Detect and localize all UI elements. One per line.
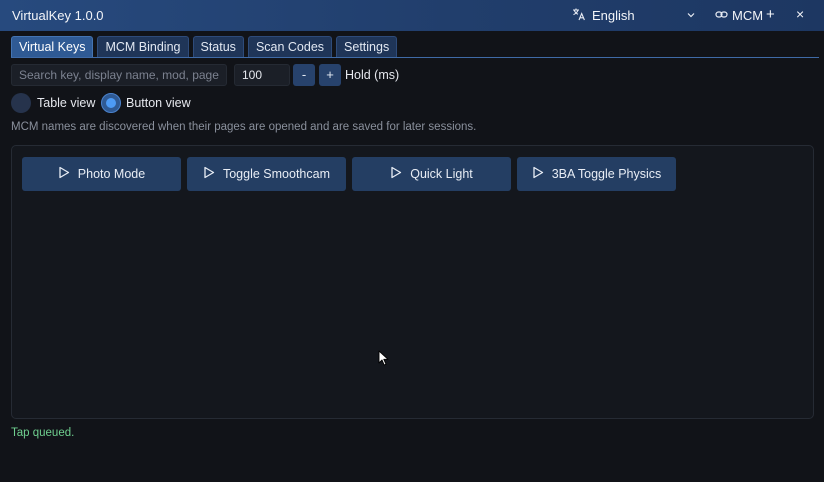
add-button[interactable]: + — [766, 6, 775, 23]
play-icon — [58, 166, 70, 182]
chevron-down-icon — [686, 8, 696, 23]
translate-icon — [572, 7, 586, 24]
hold-label: Hold (ms) — [345, 68, 400, 82]
button-label: Quick Light — [410, 167, 473, 181]
virtual-key-button-3ba-toggle-physics[interactable]: 3BA Toggle Physics — [517, 157, 676, 191]
tab-mcm-binding[interactable]: MCM Binding — [97, 36, 189, 57]
search-input[interactable] — [11, 64, 227, 86]
language-select[interactable]: English — [572, 5, 698, 26]
mcm-link-button[interactable]: MCM — [715, 5, 763, 26]
virtual-key-button-toggle-smoothcam[interactable]: Toggle Smoothcam — [187, 157, 346, 191]
mcm-hint-text: MCM names are discovered when their page… — [11, 121, 477, 133]
tab-virtual-keys[interactable]: Virtual Keys — [11, 36, 94, 57]
tab-bar: Virtual Keys MCM Binding Status Scan Cod… — [11, 36, 398, 58]
link-icon — [715, 8, 728, 24]
play-icon — [203, 166, 215, 182]
hold-ms-input[interactable] — [234, 64, 290, 86]
mcm-label: MCM — [732, 8, 764, 23]
hold-decrement-button[interactable]: - — [293, 64, 315, 86]
virtual-key-button-photo-mode[interactable]: Photo Mode — [22, 157, 181, 191]
button-view-panel: Photo Mode Toggle Smoothcam Quick Light … — [11, 145, 814, 419]
button-view-label[interactable]: Button view — [126, 96, 191, 110]
play-icon — [390, 166, 402, 182]
mouse-pointer-icon — [378, 350, 389, 371]
app-window: VirtualKey 1.0.0 English MCM + × Virtual… — [0, 0, 824, 482]
table-view-radio[interactable] — [11, 93, 31, 113]
button-label: 3BA Toggle Physics — [551, 167, 662, 181]
table-view-label[interactable]: Table view — [37, 96, 95, 110]
virtual-key-button-quick-light[interactable]: Quick Light — [352, 157, 511, 191]
tab-settings[interactable]: Settings — [336, 36, 398, 57]
button-label: Toggle Smoothcam — [222, 167, 330, 181]
hold-increment-button[interactable]: + — [319, 64, 341, 86]
tab-scan-codes[interactable]: Scan Codes — [247, 36, 333, 57]
button-view-radio[interactable] — [101, 93, 121, 113]
close-button[interactable]: × — [796, 6, 804, 22]
app-title: VirtualKey 1.0.0 — [12, 8, 104, 23]
button-label: Photo Mode — [77, 167, 146, 181]
titlebar[interactable]: VirtualKey 1.0.0 English MCM + × — [0, 0, 824, 31]
tab-status[interactable]: Status — [192, 36, 244, 57]
play-icon — [532, 166, 544, 182]
status-message: Tap queued. — [11, 427, 75, 439]
language-value: English — [592, 8, 635, 23]
tab-underline — [11, 57, 819, 58]
